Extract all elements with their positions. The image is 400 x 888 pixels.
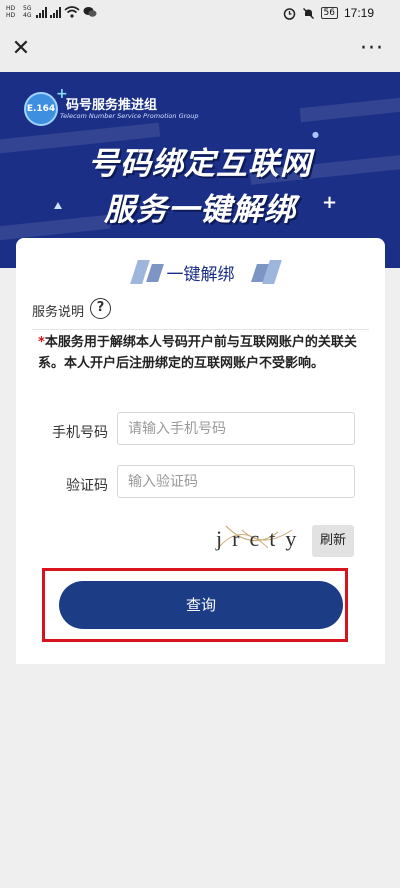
org-name-english: Telecom Number Service Promotion Group — [60, 112, 199, 120]
banner-headline-line1: 号码绑定互联网 — [88, 146, 312, 182]
service-description-label: 服务说明 — [32, 305, 85, 320]
signal-icon-2 — [50, 6, 61, 18]
close-icon[interactable]: ✕ — [10, 38, 32, 60]
banner-stripe — [299, 95, 400, 123]
wechat-icon — [83, 7, 97, 17]
sparkle-plus-icon: + — [322, 192, 338, 213]
phone-label: 手机号码 — [52, 425, 108, 441]
clock-time: 17:19 — [343, 6, 374, 20]
required-asterisk: * — [38, 335, 45, 350]
status-bar: HD HD 5G 4G 56 17:19 — [0, 0, 400, 28]
notice-text: 本服务用于解绑本人号码开户前与互联网账户的关联关系。本人开户后注册绑定的互联网账… — [38, 335, 357, 371]
captcha-image: jrcty — [215, 525, 306, 551]
network-type-labels: 5G 4G — [23, 5, 32, 19]
wifi-icon — [64, 6, 80, 18]
sparkle-triangle-icon — [54, 202, 62, 209]
org-logo: E.164 — [24, 92, 58, 126]
annotation-highlight-box — [42, 568, 348, 642]
card-title: 一键解绑 — [166, 265, 235, 284]
phone-number-input[interactable] — [117, 412, 355, 445]
signal-icon — [36, 6, 47, 18]
alarm-icon — [283, 7, 295, 20]
refresh-captcha-button[interactable]: 刷新 — [312, 525, 354, 557]
battery-indicator: 56 — [320, 7, 338, 19]
more-icon[interactable]: ··· — [360, 38, 384, 60]
divider — [32, 329, 369, 330]
captcha-text: jrcty — [215, 526, 306, 551]
status-left: HD HD 5G 4G — [6, 5, 97, 19]
help-question-icon[interactable]: ? — [90, 298, 111, 319]
nav-bar: ✕ ··· — [0, 28, 400, 72]
code-label: 验证码 — [66, 478, 108, 494]
mute-bell-icon — [302, 7, 314, 19]
status-right: 56 17:19 — [283, 6, 374, 20]
hd-badge: HD HD — [6, 5, 16, 19]
org-name: 码号服务推进组 — [66, 97, 158, 112]
verification-code-input[interactable] — [117, 465, 355, 498]
service-notice: *本服务用于解绑本人号码开户前与互联网账户的关联关系。本人开户后注册绑定的互联网… — [38, 332, 358, 374]
